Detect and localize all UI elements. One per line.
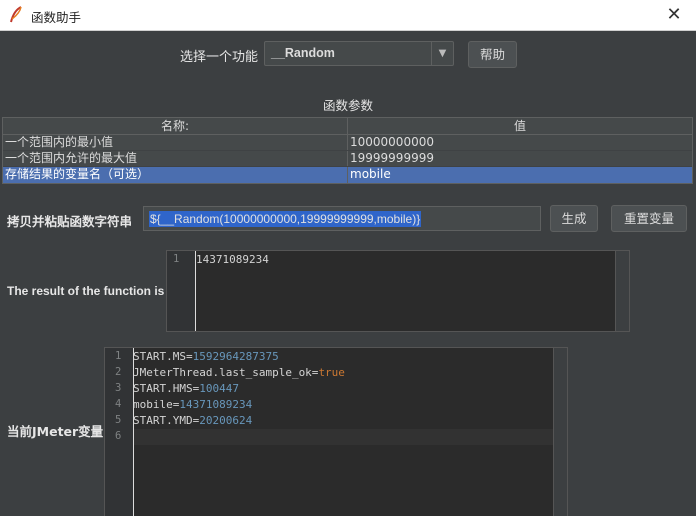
generate-button[interactable]: 生成 xyxy=(550,205,598,232)
table-row[interactable]: 一个范围内的最小值 10000000000 xyxy=(3,135,692,151)
line-number: 6 xyxy=(115,430,122,442)
vertical-scrollbar[interactable] xyxy=(615,251,629,331)
param-value-cell[interactable]: mobile xyxy=(348,167,692,183)
variable-line[interactable]: START.HMS=100447 xyxy=(133,382,239,395)
table-row[interactable]: 一个范围内允许的最大值 19999999999 xyxy=(3,151,692,167)
variable-line[interactable]: START.MS=1592964287375 xyxy=(133,350,279,363)
param-value-cell[interactable]: 19999999999 xyxy=(348,151,692,166)
variable-value: 1592964287375 xyxy=(192,350,279,363)
title-bar: 函数助手 ✕ xyxy=(0,0,696,31)
function-select[interactable]: __Random ▼ xyxy=(264,41,454,66)
variable-key: START.MS= xyxy=(133,350,193,363)
column-header-value[interactable]: 值 xyxy=(348,118,692,134)
table-row-selected[interactable]: 存储结果的变量名（可选） mobile xyxy=(3,167,692,183)
function-select-value: __Random xyxy=(271,46,335,60)
function-string-value[interactable]: ${__Random(10000000000,19999999999,mobil… xyxy=(149,211,422,227)
variable-value: 14371089234 xyxy=(179,398,253,411)
line-number-gutter: 1 xyxy=(167,251,196,331)
current-line-highlight xyxy=(134,429,554,445)
reset-variables-button[interactable]: 重置变量 xyxy=(611,205,687,232)
line-number: 1 xyxy=(115,350,122,362)
params-table-header: 名称: 值 xyxy=(3,118,692,135)
variable-line[interactable]: JMeterThread.last_sample_ok=true xyxy=(133,366,345,379)
chevron-down-icon[interactable]: ▼ xyxy=(431,42,453,65)
variable-line[interactable]: mobile=14371089234 xyxy=(133,398,252,411)
column-header-name[interactable]: 名称: xyxy=(3,118,348,134)
variable-value: 20200624 xyxy=(199,414,253,427)
variable-value: 100447 xyxy=(199,382,239,395)
function-string-field[interactable]: ${__Random(10000000000,19999999999,mobil… xyxy=(143,206,541,231)
params-table: 名称: 值 一个范围内的最小值 10000000000 一个范围内允许的最大值 … xyxy=(2,117,693,184)
jmeter-vars-editor[interactable]: 1 2 3 4 5 6 START.MS=1592964287375 JMete… xyxy=(104,347,568,516)
line-number: 4 xyxy=(115,398,122,410)
param-name-cell[interactable]: 一个范围内允许的最大值 xyxy=(3,151,348,166)
line-number: 2 xyxy=(115,366,122,378)
copy-string-label: 拷贝并粘贴函数字符串 xyxy=(7,214,133,229)
variable-key: START.YMD= xyxy=(133,414,200,427)
param-name-cell[interactable]: 一个范围内的最小值 xyxy=(3,135,348,150)
param-name-cell[interactable]: 存储结果的变量名（可选） xyxy=(3,167,348,183)
line-number: 1 xyxy=(173,253,180,265)
result-editor[interactable]: 1 14371089234 xyxy=(166,250,630,332)
feather-icon xyxy=(10,6,22,23)
function-select-label: 选择一个功能 xyxy=(180,50,259,65)
line-number: 3 xyxy=(115,382,122,394)
result-label: The result of the function is xyxy=(7,284,165,298)
line-number: 5 xyxy=(115,414,122,426)
param-value-cell[interactable]: 10000000000 xyxy=(348,135,692,150)
vertical-scrollbar[interactable] xyxy=(553,348,567,516)
help-button[interactable]: 帮助 xyxy=(468,41,517,68)
variable-key: JMeterThread.last_sample_ok= xyxy=(133,366,319,379)
close-icon[interactable]: ✕ xyxy=(660,3,688,27)
variable-line[interactable]: START.YMD=20200624 xyxy=(133,414,252,427)
window-title: 函数助手 xyxy=(31,10,82,25)
result-value[interactable]: 14371089234 xyxy=(196,253,269,266)
variable-key: START.HMS= xyxy=(133,382,200,395)
params-title: 函数参数 xyxy=(322,98,373,113)
variable-key: mobile= xyxy=(133,398,180,411)
jmeter-vars-label: 当前JMeter变量 xyxy=(7,424,104,439)
variable-value: true xyxy=(318,366,345,379)
line-number-gutter: 1 2 3 4 5 6 xyxy=(105,348,134,516)
